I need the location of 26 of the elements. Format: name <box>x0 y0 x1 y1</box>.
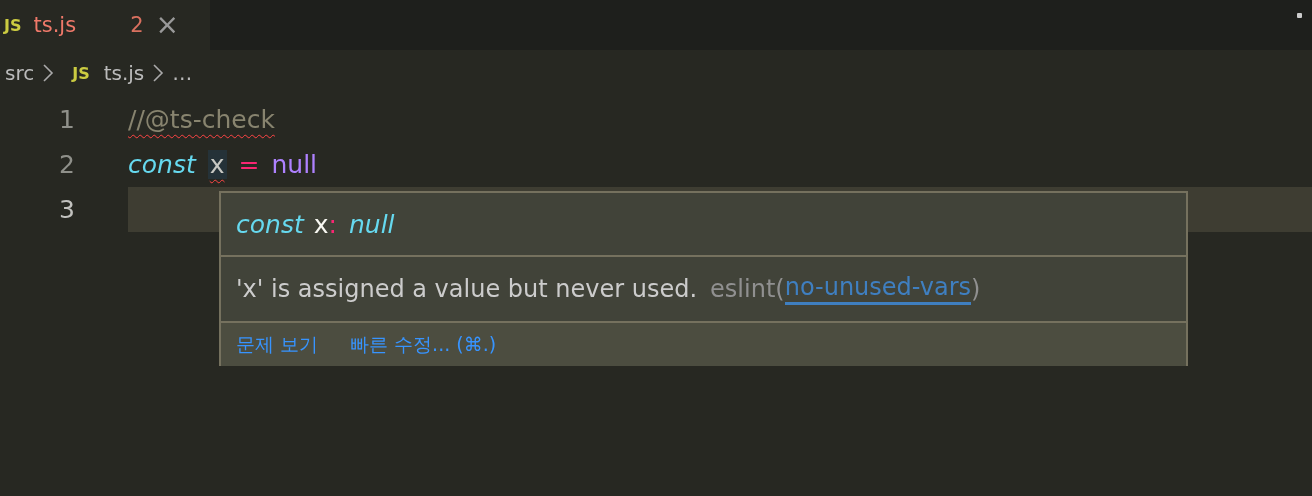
js-file-icon: JS <box>4 15 22 35</box>
code-token: x <box>207 150 227 179</box>
signature-token: x <box>313 209 329 239</box>
js-file-icon: JS <box>72 63 90 83</box>
breadcrumb-item[interactable]: src <box>5 61 35 85</box>
line-number: 2 <box>58 150 75 179</box>
error-source-end: ) <box>971 275 981 303</box>
breadcrumb-item[interactable]: … <box>172 61 193 85</box>
tab-title: ts.js <box>33 13 77 37</box>
line-number: 1 <box>58 105 75 134</box>
close-icon[interactable]: × <box>155 11 179 39</box>
code-token: //@ts-check <box>128 105 275 134</box>
chevron-icon <box>152 63 165 83</box>
problem-count: 2 <box>130 13 144 37</box>
error-source: eslint( <box>710 275 785 303</box>
signature-token: const <box>236 209 304 239</box>
error-message: 'x' is assigned a value but never used. <box>236 275 698 303</box>
editor-tab[interactable]: JS ts.js 2 × <box>0 0 210 50</box>
code-token: const <box>128 150 196 179</box>
signature-token: null <box>348 209 395 239</box>
chevron-icon <box>42 63 55 83</box>
code-token: null <box>271 150 318 179</box>
breadcrumb-item[interactable]: ts.js <box>103 61 145 85</box>
code-token: = <box>238 150 260 179</box>
line-number: 3 <box>58 195 75 224</box>
signature-token: : <box>328 209 337 239</box>
